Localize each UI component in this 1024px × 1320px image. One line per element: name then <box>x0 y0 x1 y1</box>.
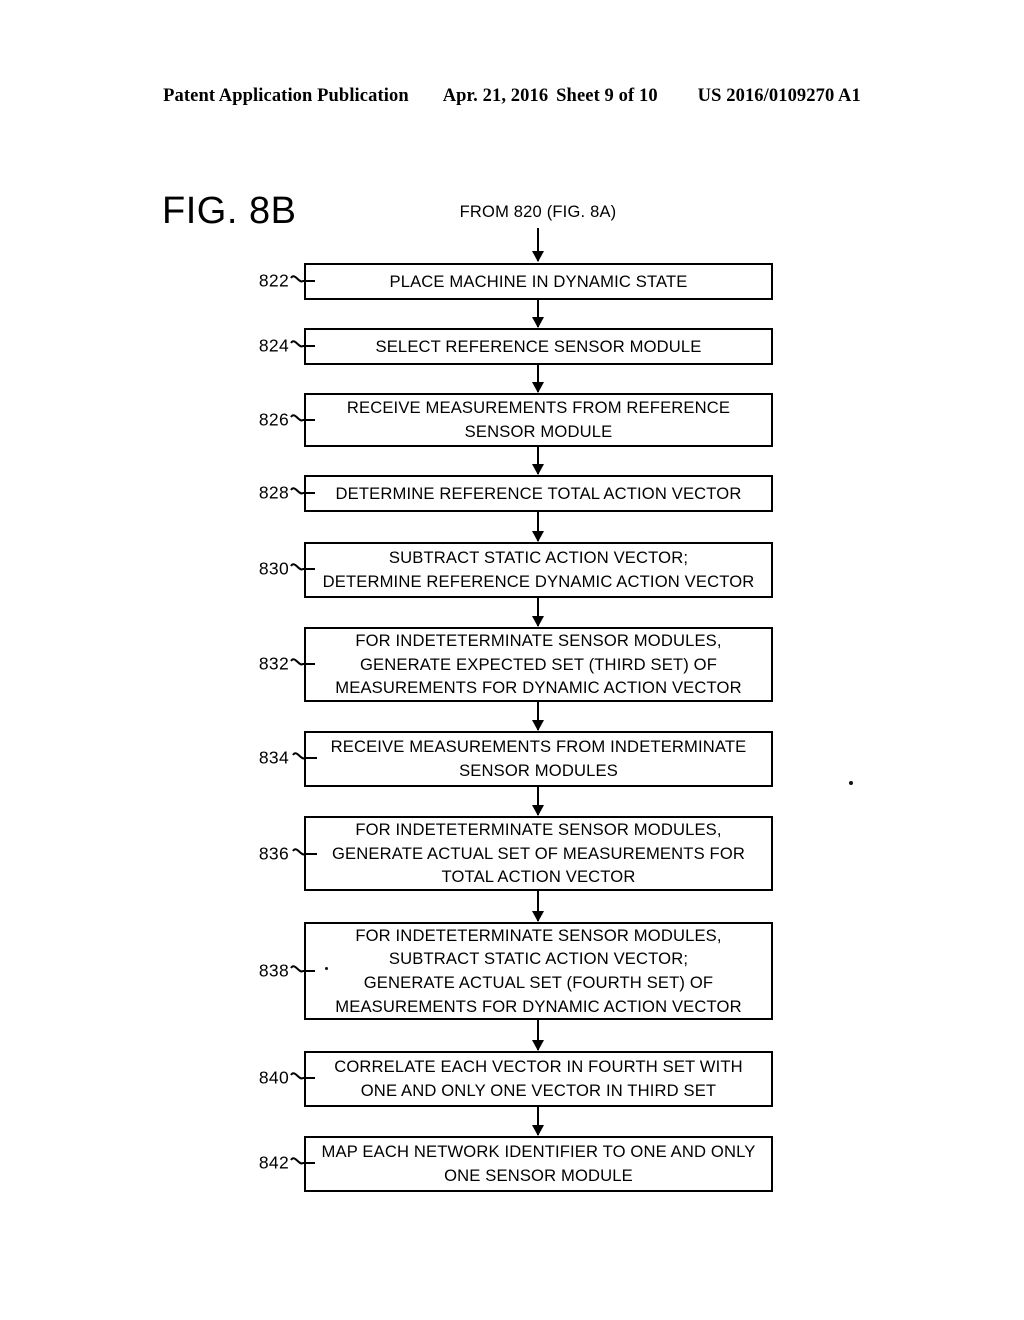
flow-ref-840: 840 <box>258 1067 289 1088</box>
flow-node-830-text: SUBTRACT STATIC ACTION VECTOR; DETERMINE… <box>322 548 755 591</box>
flow-ref-824: 824 <box>258 335 289 356</box>
flowchart: PLACE MACHINE IN DYNAMIC STATE 822 SELEC… <box>0 0 1024 1320</box>
leader-line-830 <box>290 563 315 571</box>
flow-node-840: CORRELATE EACH VECTOR IN FOURTH SET WITH… <box>304 1051 773 1107</box>
flow-node-826-text: RECEIVE MEASUREMENTS FROM REFERENCE SENS… <box>346 398 731 441</box>
patent-figure-page: Patent Application Publication Apr. 21, 2… <box>0 0 1024 1320</box>
leader-line-838 <box>290 965 315 973</box>
flow-node-824-text: SELECT REFERENCE SENSOR MODULE <box>375 336 702 356</box>
flow-node-832-text: FOR INDETETERMINATE SENSOR MODULES, GENE… <box>335 631 742 698</box>
flow-node-834: RECEIVE MEASUREMENTS FROM INDETERMINATE … <box>304 731 773 787</box>
leader-line-832 <box>290 658 315 666</box>
leader-line-828 <box>290 487 315 495</box>
flow-node-822-text: PLACE MACHINE IN DYNAMIC STATE <box>389 271 688 291</box>
flow-node-822: PLACE MACHINE IN DYNAMIC STATE <box>304 263 773 300</box>
flow-ref-826: 826 <box>258 409 289 430</box>
flow-node-828-text: DETERMINE REFERENCE TOTAL ACTION VECTOR <box>335 483 742 503</box>
flow-node-838: FOR INDETETERMINATE SENSOR MODULES, SUBT… <box>304 922 773 1020</box>
flow-node-836-text: FOR INDETETERMINATE SENSOR MODULES, GENE… <box>331 820 746 887</box>
connector-822-824 <box>537 300 539 327</box>
flow-node-840-text: CORRELATE EACH VECTOR IN FOURTH SET WITH… <box>334 1057 743 1100</box>
connector-824-826 <box>537 365 539 392</box>
scan-speck <box>325 967 328 970</box>
connector-830-832 <box>537 598 539 626</box>
flow-node-826: RECEIVE MEASUREMENTS FROM REFERENCE SENS… <box>304 393 773 447</box>
flow-ref-836: 836 <box>258 843 289 864</box>
flow-node-842-text: MAP EACH NETWORK IDENTIFIER TO ONE AND O… <box>321 1142 756 1185</box>
flow-ref-842: 842 <box>258 1152 289 1173</box>
leader-line-826 <box>290 414 315 422</box>
flow-node-834-text: RECEIVE MEASUREMENTS FROM INDETERMINATE … <box>330 737 747 780</box>
connector-826-828 <box>537 447 539 474</box>
flow-node-836: FOR INDETETERMINATE SENSOR MODULES, GENE… <box>304 816 773 891</box>
flow-node-832: FOR INDETETERMINATE SENSOR MODULES, GENE… <box>304 627 773 702</box>
connector-832-834 <box>537 702 539 730</box>
connector-828-830 <box>537 512 539 541</box>
connector-834-836 <box>537 787 539 815</box>
leader-line-840 <box>290 1072 315 1080</box>
leader-line-842 <box>290 1157 315 1165</box>
flow-node-842: MAP EACH NETWORK IDENTIFIER TO ONE AND O… <box>304 1136 773 1192</box>
flow-ref-838: 838 <box>258 960 289 981</box>
leader-line-824 <box>290 340 315 348</box>
connector-838-840 <box>537 1020 539 1050</box>
connector-entry <box>537 228 539 261</box>
flow-node-830: SUBTRACT STATIC ACTION VECTOR; DETERMINE… <box>304 542 773 598</box>
leader-line-822 <box>290 275 315 283</box>
leader-line-836 <box>292 848 317 856</box>
flow-node-828: DETERMINE REFERENCE TOTAL ACTION VECTOR <box>304 475 773 512</box>
flow-ref-828: 828 <box>258 482 289 503</box>
leader-line-834 <box>292 752 317 760</box>
connector-836-838 <box>537 891 539 921</box>
flow-ref-832: 832 <box>258 653 289 674</box>
flow-node-838-text: FOR INDETETERMINATE SENSOR MODULES, SUBT… <box>335 925 742 1016</box>
flow-ref-830: 830 <box>258 558 289 579</box>
flow-ref-834: 834 <box>258 747 289 768</box>
flow-node-824: SELECT REFERENCE SENSOR MODULE <box>304 328 773 365</box>
flow-ref-822: 822 <box>258 270 289 291</box>
scan-speck <box>849 781 853 785</box>
connector-840-842 <box>537 1107 539 1135</box>
